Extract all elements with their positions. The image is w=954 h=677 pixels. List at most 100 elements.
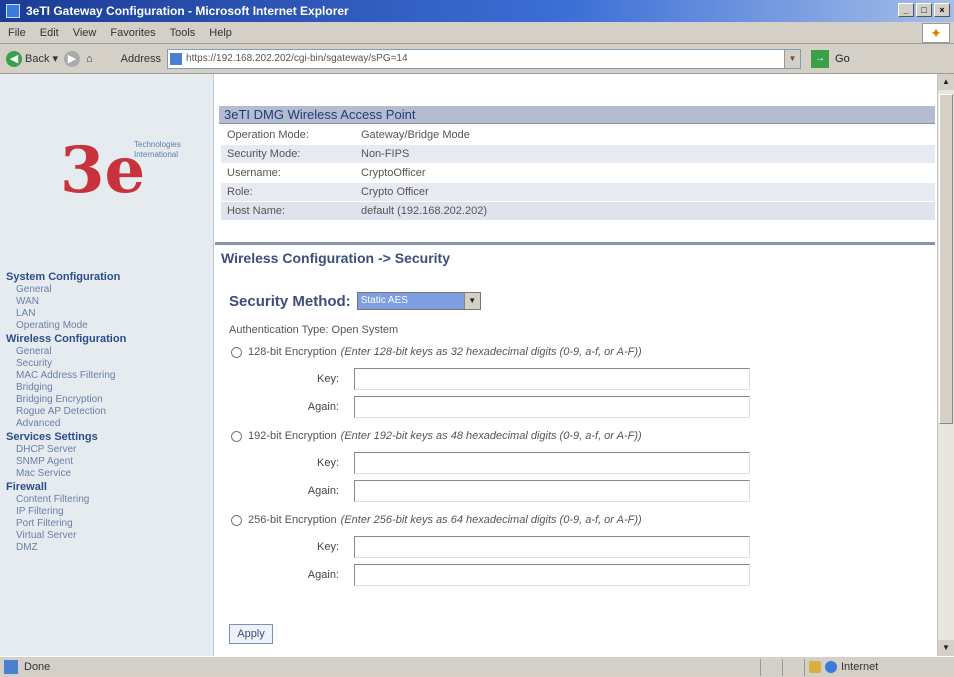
security-method-select[interactable]: Static AES ▼ [356,292,481,310]
page-content: 3e Technologies International System Con… [0,74,954,656]
key-row-256: Key: [275,536,750,558]
key-input-192[interactable] [354,452,750,474]
address-dropdown-button[interactable]: ▼ [784,49,801,68]
nav-item-port-filtering[interactable]: Port Filtering [6,518,211,530]
nav-item-advanced[interactable]: Advanced [6,418,211,430]
vertical-scrollbar[interactable]: ▲ ▼ [937,74,954,656]
nav-item-security[interactable]: Security [6,358,211,370]
minimize-button[interactable]: _ [898,3,914,17]
close-button[interactable]: × [934,3,950,17]
nav-item-dhcp[interactable]: DHCP Server [6,444,211,456]
again-input-192[interactable] [354,480,750,502]
nav-section-system[interactable]: System Configuration [6,271,211,284]
window-controls: _ □ × [898,3,950,17]
option-hint: (Enter 256-bit keys as 64 hexadecimal di… [340,514,642,526]
again-label: Again: [307,569,339,581]
nav-item-bridging-encryption[interactable]: Bridging Encryption [6,394,211,406]
menu-view[interactable]: View [73,27,97,39]
info-label: Security Mode: [227,148,301,160]
info-row-operation-mode: Operation Mode: Gateway/Bridge Mode [221,126,935,144]
menu-edit[interactable]: Edit [40,27,59,39]
company-logo: 3e Technologies International [60,126,200,216]
again-label: Again: [307,485,339,497]
nav-item-virtual-server[interactable]: Virtual Server [6,530,211,542]
menu-tools[interactable]: Tools [170,27,196,39]
forward-button[interactable]: ▶ [64,50,80,67]
nav-item-operating-mode[interactable]: Operating Mode [6,320,211,332]
nav-item-mac-filtering[interactable]: MAC Address Filtering [6,370,211,382]
option-hint: (Enter 192-bit keys as 48 hexadecimal di… [340,430,642,442]
key-label: Key: [316,373,339,385]
sidebar: 3e Technologies International System Con… [0,74,214,656]
nav-item-wan[interactable]: WAN [6,296,211,308]
scroll-down-arrow-icon[interactable]: ▼ [938,640,954,656]
encryption-option-192: 192-bit Encryption (Enter 192-bit keys a… [231,430,642,442]
go-button[interactable]: → [811,49,830,68]
scroll-up-arrow-icon[interactable]: ▲ [938,74,954,90]
menu-bar: File Edit View Favorites Tools Help ✦ [0,22,954,44]
nav-item-general[interactable]: General [6,284,211,296]
scroll-thumb[interactable] [939,94,953,424]
info-label: Host Name: [227,205,286,217]
apply-button[interactable]: Apply [229,624,273,644]
nav-section-services[interactable]: Services Settings [6,431,211,444]
info-row-username: Username: CryptoOfficer [221,164,935,182]
nav-section-wireless[interactable]: Wireless Configuration [6,333,211,346]
radio-192-bit[interactable] [231,430,242,442]
info-row-host-name: Host Name: default (192.168.202.202) [221,202,935,220]
key-row-192: Key: [275,452,750,474]
address-label: Address [120,52,162,65]
nav-item-bridging[interactable]: Bridging [6,382,211,394]
chevron-down-icon: ▾ [52,53,58,65]
nav-item-snmp[interactable]: SNMP Agent [6,456,211,468]
lock-icon [809,661,821,673]
security-method-label: Security Method: [229,292,351,310]
nav-item-rogue-ap[interactable]: Rogue AP Detection [6,406,211,418]
again-input-128[interactable] [354,396,750,418]
status-text: Done [24,661,51,673]
logo-text: Technologies International [134,140,181,159]
info-label: Username: [227,167,281,179]
maximize-button[interactable]: □ [916,3,932,17]
key-row-128: Key: [275,368,750,390]
nav-item-mac-service[interactable]: Mac Service [6,468,211,480]
security-zone: Internet [804,658,954,676]
info-value: default (192.168.202.202) [361,205,487,217]
radio-128-bit[interactable] [231,346,242,358]
key-input-128[interactable] [354,368,750,390]
windows-logo-icon: ✦ [922,23,950,43]
radio-256-bit[interactable] [231,514,242,526]
option-label: 192-bit Encryption [248,430,337,442]
menu-file[interactable]: File [8,27,26,39]
again-label: Again: [307,401,339,413]
encryption-option-128: 128-bit Encryption (Enter 128-bit keys a… [231,346,642,358]
status-bar: Done Internet [0,656,954,677]
nav-item-wireless-general[interactable]: General [6,346,211,358]
back-button[interactable]: ◀ Back ▾ [6,50,58,67]
home-button[interactable]: ⌂ [86,53,93,65]
forward-arrow-icon: ▶ [64,50,80,67]
nav-item-content-filtering[interactable]: Content Filtering [6,494,211,506]
go-label[interactable]: Go [835,53,850,65]
address-bar[interactable]: https://192.168.202.202/cgi-bin/sgateway… [167,48,802,69]
security-method-value: Static AES [357,293,464,309]
key-input-256[interactable] [354,536,750,558]
nav-item-lan[interactable]: LAN [6,308,211,320]
nav-item-dmz[interactable]: DMZ [6,542,211,554]
info-value: Non-FIPS [361,148,410,160]
window-title: 3eTI Gateway Configuration - Microsoft I… [26,4,349,18]
option-label: 128-bit Encryption [248,346,337,358]
info-row-role: Role: Crypto Officer [221,183,935,201]
menu-favorites[interactable]: Favorites [110,27,155,39]
menu-help[interactable]: Help [209,27,232,39]
nav-section-firewall[interactable]: Firewall [6,481,211,494]
info-value: CryptoOfficer [361,167,426,179]
again-input-256[interactable] [354,564,750,586]
chevron-down-icon: ▼ [463,293,480,309]
key-label: Key: [316,457,339,469]
info-label: Operation Mode: [227,129,309,141]
info-value: Gateway/Bridge Mode [361,129,470,141]
ie-icon [6,4,20,18]
status-segment [760,658,782,676]
nav-item-ip-filtering[interactable]: IP Filtering [6,506,211,518]
